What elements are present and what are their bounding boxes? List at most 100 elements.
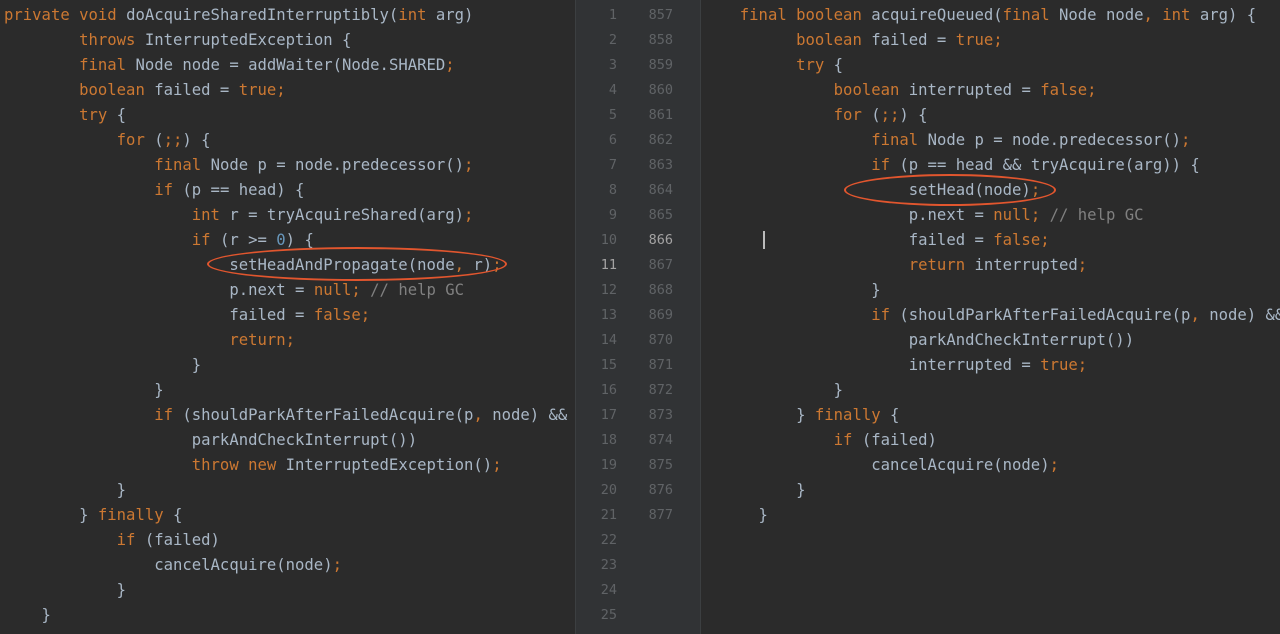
code-token: finally <box>814 406 890 424</box>
line-number-right: 857 <box>648 7 673 23</box>
highlight-oval-setheadandpropagate <box>207 247 507 281</box>
code-token: interrupted = <box>721 356 1041 374</box>
code-line: failed = false; <box>4 303 370 328</box>
code-token: private void <box>4 6 127 24</box>
code-line: interrupted = true; <box>721 353 1087 378</box>
code-line: p.next = null; // help GC <box>4 278 464 303</box>
code-token: if <box>116 531 145 549</box>
code-token: { <box>173 506 183 524</box>
code-token: boolean <box>796 31 872 49</box>
code-token: ; <box>464 206 474 224</box>
code-token: final <box>871 131 928 149</box>
line-number-right: 861 <box>648 107 673 123</box>
code-token: { <box>890 406 900 424</box>
code-line: if (failed) <box>4 528 220 553</box>
line-number-left: 23 <box>600 557 617 573</box>
line-number-left: 22 <box>600 532 617 548</box>
line-number-gutter: 1 2 3 4 5 6 7 8 9 10 11 12 13 14 15 16 17 18 19 20 21 22 23 24 2… <box>575 0 701 634</box>
code-line: throw new InterruptedException(); <box>4 453 502 478</box>
line-number-right: 869 <box>648 307 673 323</box>
code-token: ; <box>464 156 474 174</box>
line-number-right: 860 <box>648 82 673 98</box>
code-token: if <box>154 406 183 424</box>
line-number-right: 866 <box>648 232 673 248</box>
code-token: acquireQueued( <box>871 6 1003 24</box>
line-number-right: 877 <box>648 507 673 523</box>
code-token: cancelAcquire(node) <box>4 556 333 574</box>
code-token: { <box>116 106 127 124</box>
code-token: ( <box>154 131 164 149</box>
code-line: return; <box>4 328 295 353</box>
code-line: } <box>4 478 126 503</box>
code-token: ( <box>871 106 881 124</box>
code-token: (p == head) { <box>182 181 305 199</box>
code-token: Node node <box>1059 6 1144 24</box>
code-token: (failed) <box>144 531 220 549</box>
code-line: cancelAcquire(node); <box>4 553 342 578</box>
code-token: true; <box>1040 356 1088 374</box>
line-number-right: 873 <box>648 407 673 423</box>
code-line: for (;;) { <box>4 128 211 153</box>
code-token: false; <box>1040 81 1097 99</box>
code-token: ; <box>1049 456 1059 474</box>
code-line: throws InterruptedException { <box>4 28 351 53</box>
code-token: (p == head && tryAcquire(arg)) { <box>899 156 1200 174</box>
code-token: failed = <box>871 31 956 49</box>
code-line: cancelAcquire(node); <box>721 453 1059 478</box>
code-line: if (shouldParkAfterFailedAcquire(p, node… <box>4 403 567 428</box>
code-token: node) && <box>492 406 568 424</box>
right-code-editor[interactable]: final boolean acquireQueued(final Node n… <box>701 0 1280 634</box>
code-line: if (p == head) { <box>4 178 304 203</box>
code-token: null; <box>313 281 371 299</box>
code-token: (r >= <box>219 231 277 249</box>
code-token: arg) { <box>1199 6 1257 24</box>
code-token: (shouldParkAfterFailedAcquire(p <box>899 306 1191 324</box>
code-token: int <box>191 206 230 224</box>
code-token: doAcquireSharedInterruptibly( <box>126 6 399 24</box>
code-token: (shouldParkAfterFailedAcquire(p <box>182 406 474 424</box>
code-token: true; <box>238 81 286 99</box>
code-line: final Node node = addWaiter(Node.SHARED; <box>4 53 455 78</box>
code-line: boolean failed = true; <box>721 28 1003 53</box>
line-number-right: 864 <box>648 182 673 198</box>
code-token: } <box>4 381 164 399</box>
code-token: } <box>721 406 815 424</box>
code-token: interrupted = <box>908 81 1041 99</box>
code-token: throw new <box>191 456 286 474</box>
code-token: r = tryAcquireShared(arg) <box>229 206 465 224</box>
code-token: ; <box>445 56 455 74</box>
code-token: Node p = node.predecessor() <box>927 131 1182 149</box>
code-token: true; <box>955 31 1003 49</box>
line-number-right: 862 <box>648 132 673 148</box>
code-line: int r = tryAcquireShared(arg); <box>4 203 474 228</box>
code-token: ; <box>332 556 342 574</box>
code-token: } <box>721 481 806 499</box>
code-token: InterruptedException { <box>144 31 352 49</box>
line-number-right: 871 <box>648 357 673 373</box>
code-line: boolean interrupted = false; <box>721 78 1097 103</box>
code-token: false; <box>993 231 1050 249</box>
code-line: } <box>721 278 880 303</box>
code-line: } <box>4 578 126 603</box>
code-token: 0 <box>276 231 286 249</box>
code-line: try { <box>721 53 843 78</box>
left-code-editor[interactable]: private void doAcquireSharedInterruptibl… <box>0 0 575 634</box>
code-line: private void doAcquireSharedInterruptibl… <box>4 3 473 28</box>
code-token: ) { <box>899 106 928 124</box>
code-line: } <box>4 353 201 378</box>
code-token: try <box>796 56 834 74</box>
line-number-right: 863 <box>648 157 673 173</box>
code-line: return interrupted; <box>721 253 1087 278</box>
code-token: false; <box>313 306 371 324</box>
code-token: failed = <box>154 81 239 99</box>
code-line: try { <box>4 103 126 128</box>
